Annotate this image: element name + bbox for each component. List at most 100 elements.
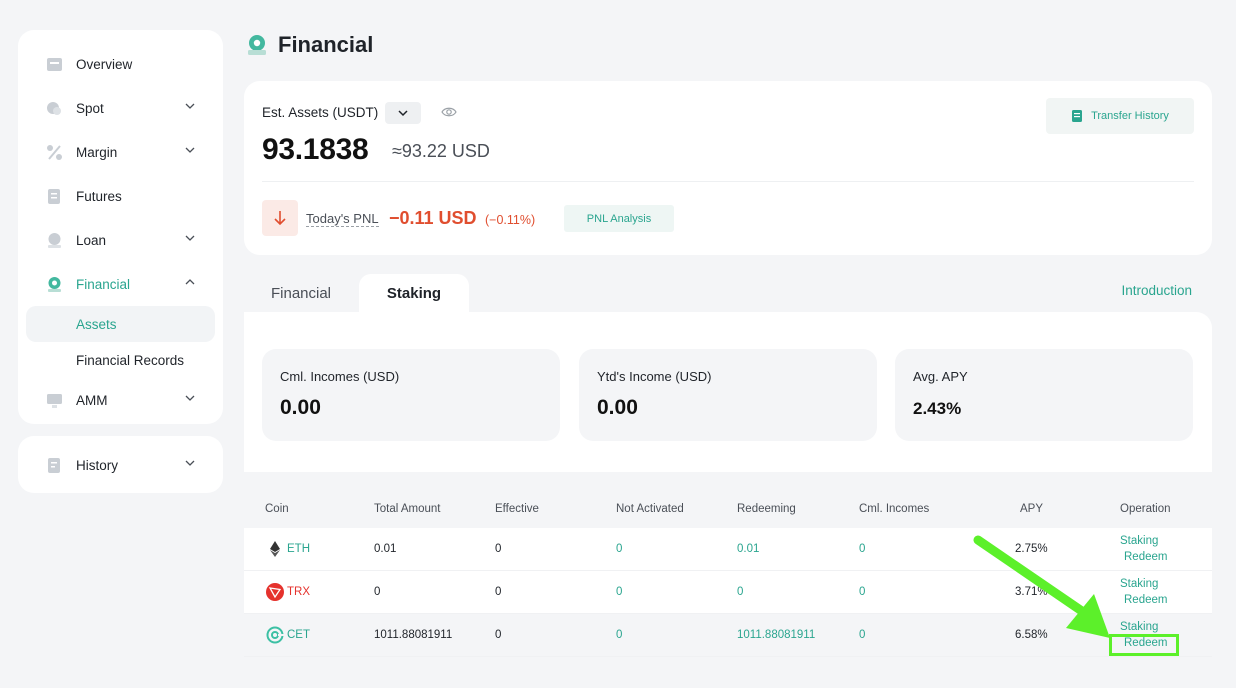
staking-link[interactable]: Staking [1120, 578, 1158, 590]
effective: 0 [495, 586, 502, 598]
todays-pnl-label[interactable]: Today's PNL [306, 211, 379, 227]
page-title: Financial [278, 32, 374, 57]
stat-value: 0.00 [597, 396, 638, 419]
financial-icon [48, 276, 61, 292]
assets-summary-card: Est. Assets (USDT) 93.1838 ≈93.22 USD Tr… [244, 81, 1212, 255]
history-icon [48, 457, 60, 473]
eye-icon[interactable] [441, 105, 457, 119]
trx-icon [266, 583, 284, 601]
coin-name[interactable]: TRX [287, 586, 310, 598]
sidebar-item-futures[interactable]: Futures [18, 174, 223, 218]
chevron-up-icon [185, 279, 195, 285]
effective: 0 [495, 629, 502, 641]
annotation-highlight-box [1109, 634, 1179, 656]
sidebar-item-label: Margin [76, 144, 118, 160]
sidebar-item-label: History [76, 457, 119, 473]
sidebar-item-amm[interactable]: AMM [18, 378, 223, 422]
overview-icon [47, 57, 62, 71]
coin-name[interactable]: ETH [287, 543, 310, 555]
sidebar-subitem-label: Financial Records [76, 352, 185, 368]
amm-icon [47, 393, 62, 408]
sidebar-subitem-financial-records[interactable]: Financial Records [26, 342, 215, 378]
table-header-redeeming: Redeeming [737, 503, 796, 515]
chevron-down-icon [185, 395, 195, 401]
sidebar-item-label: Overview [76, 56, 133, 72]
divider [262, 181, 1194, 182]
redeem-link[interactable]: Redeem [1124, 551, 1167, 563]
stat-card-cml-incomes: Cml. Incomes (USD) 0.00 [262, 349, 560, 441]
total-amount: 1011.88081911 [374, 629, 453, 641]
table-header-operation: Operation [1120, 503, 1171, 515]
coin-name[interactable]: CET [287, 629, 310, 641]
sidebar-item-margin[interactable]: Margin [18, 130, 223, 174]
sidebar-nav: Overview Spot Margin Futures Loan Financ… [18, 30, 223, 424]
est-assets-label: Est. Assets (USDT) [262, 105, 379, 120]
financial-icon [248, 35, 266, 55]
effective: 0 [495, 543, 502, 555]
sidebar-item-label: Loan [76, 232, 107, 248]
sidebar-item-overview[interactable]: Overview [18, 42, 223, 86]
table-header-effective: Effective [495, 503, 539, 515]
sidebar-subitem-assets[interactable]: Assets [26, 306, 215, 342]
staking-table: Coin Total Amount Effective Not Activate… [244, 472, 1212, 688]
table-row: ETH 0.01 0 0 0.01 0 2.75% Staking Redeem [244, 528, 1212, 571]
redeem-link[interactable]: Redeem [1124, 594, 1167, 606]
sidebar-item-loan[interactable]: Loan [18, 218, 223, 262]
stat-label: Avg. APY [913, 369, 968, 384]
not-activated: 0 [616, 586, 623, 598]
chevron-down-icon [398, 110, 408, 117]
staking-panel: Cml. Incomes (USD) 0.00 Ytd's Income (US… [244, 312, 1212, 472]
not-activated: 0 [616, 543, 623, 555]
table-header-coin: Coin [265, 503, 289, 515]
sidebar-item-label: AMM [76, 392, 108, 408]
cml-incomes: 0 [859, 629, 866, 641]
usd-equivalent: ≈93.22 USD [392, 141, 490, 161]
stat-label: Ytd's Income (USD) [597, 369, 712, 384]
sidebar-item-label: Financial [76, 276, 131, 292]
pnl-analysis-button[interactable]: PNL Analysis [564, 205, 674, 232]
todays-pnl-percent: (−0.11%) [485, 213, 536, 227]
eth-icon [270, 541, 280, 557]
not-activated: 0 [616, 629, 623, 641]
tab-staking[interactable]: Staking [359, 274, 469, 313]
table-row: CET 1011.88081911 0 0 1011.88081911 0 6.… [244, 614, 1212, 657]
staking-link[interactable]: Staking [1120, 621, 1158, 633]
chevron-down-icon [185, 235, 195, 241]
loan-icon [48, 232, 61, 248]
transfer-history-button[interactable]: Transfer History [1046, 98, 1194, 134]
table-header-apy: APY [1020, 503, 1044, 515]
redeeming: 0.01 [737, 543, 760, 555]
total-assets-amount: 93.1838 [262, 133, 369, 166]
stat-value: 0.00 [280, 396, 321, 419]
stat-value: 2.43% [913, 399, 962, 418]
apy: 6.58% [1015, 629, 1048, 641]
currency-dropdown[interactable] [385, 102, 421, 124]
stat-label: Cml. Incomes (USD) [280, 369, 400, 384]
arrow-down-icon [274, 211, 286, 226]
tab-financial[interactable]: Financial [244, 274, 358, 313]
table-header-total-amount: Total Amount [374, 503, 441, 515]
transfer-history-label: Transfer History [1091, 110, 1169, 122]
table-row: TRX 0 0 0 0 0 3.71% Staking Redeem [244, 571, 1212, 614]
sidebar-item-financial[interactable]: Financial [18, 262, 223, 306]
apy: 2.75% [1015, 543, 1048, 555]
sidebar-item-label: Spot [76, 100, 104, 116]
document-icon [1072, 110, 1083, 122]
chevron-down-icon [185, 460, 195, 466]
total-amount: 0 [374, 586, 381, 598]
chevron-down-icon [185, 103, 195, 109]
sidebar-item-history[interactable]: History [18, 443, 223, 487]
table-header-not-activated: Not Activated [616, 503, 684, 515]
todays-pnl-value: −0.11 USD [389, 208, 477, 228]
spot-icon [47, 101, 61, 115]
cml-incomes: 0 [859, 543, 866, 555]
sidebar-item-spot[interactable]: Spot [18, 86, 223, 130]
sidebar-item-label: Futures [76, 188, 122, 204]
staking-link[interactable]: Staking [1120, 535, 1158, 547]
cet-icon [266, 626, 284, 644]
chevron-down-icon [185, 147, 195, 153]
table-header-cml-incomes: Cml. Incomes [859, 503, 930, 515]
cml-incomes: 0 [859, 586, 866, 598]
total-amount: 0.01 [374, 543, 397, 555]
introduction-link[interactable]: Introduction [1121, 283, 1192, 298]
